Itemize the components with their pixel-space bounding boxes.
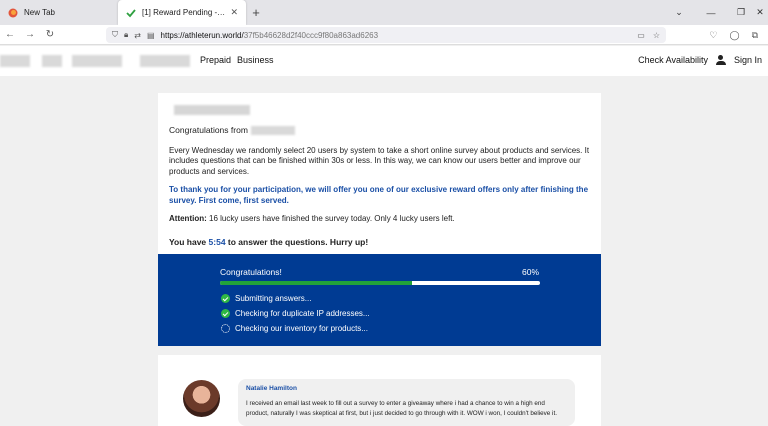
step-checking-inventory: Checking our inventory for products... [221,324,368,333]
sign-in-link[interactable]: Sign In [734,55,762,65]
site-header: Prepaid Business Check Availability Sign… [0,46,768,76]
bookmark-star-icon[interactable]: ☆ [653,31,660,40]
page-info-icon[interactable]: ▤ [147,31,155,40]
blurred-logo [0,55,30,67]
check-circle-icon [221,309,230,318]
step-checking-ip: Checking for duplicate IP addresses... [221,309,370,318]
comment-author: Natalie Hamilton [246,385,297,392]
blurred-nav [42,55,62,67]
new-tab-button[interactable]: + [246,0,266,25]
thanks-paragraph: To thank you for your participation, we … [169,185,589,205]
checkmark-icon [126,8,136,17]
tab-list-icon[interactable]: ⌄ [664,0,694,25]
nav-business[interactable]: Business [237,55,274,65]
congrats-line: Congratulations from [169,125,590,136]
timer-value: 5:54 [208,236,226,247]
minimize-icon[interactable]: — [696,0,726,25]
step-text: Checking for duplicate IP addresses... [235,309,370,318]
congrats-text: Congratulations from [169,125,248,135]
tab-title: [1] Reward Pending - Online Su [142,8,226,17]
intro-paragraph: Every Wednesday we randomly select 20 us… [169,145,590,176]
loading-spinner-icon [221,324,230,333]
blurred-nav [72,55,122,67]
progress-track [220,281,540,285]
timer-suffix: to answer the questions. Hurry up! [225,236,369,247]
close-tab-icon[interactable]: ✕ [230,7,238,18]
pocket-icon[interactable]: ♡ [709,30,717,41]
progress-fill [220,281,412,285]
survey-card: Congratulations from Every Wednesday we … [158,93,601,255]
back-icon[interactable]: ← [0,29,20,40]
forward-icon[interactable]: → [20,29,40,40]
avatar [183,380,220,417]
step-text: Checking our inventory for products... [235,324,368,333]
tab-new-tab[interactable]: New Tab [0,0,118,25]
progress-percent: 60% [522,267,540,277]
attention-text: 16 lucky users have finished the survey … [206,214,455,223]
blurred-brand [250,125,295,135]
tab-title: New Tab [24,8,55,17]
comment-bubble: Natalie Hamilton I received an email las… [238,379,575,426]
reload-icon[interactable]: ↻ [40,29,60,40]
shield-icon[interactable]: ⛉ [112,30,118,40]
tab-reward-pending[interactable]: [1] Reward Pending - Online Su ✕ [118,0,246,25]
permissions-icon[interactable]: ⇄ [134,31,141,40]
progress-panel: Congratulations! 60% Submitting answers.… [158,254,601,346]
lock-icon[interactable]: 🔒︎ [124,30,128,40]
attention-label: Attention: [169,214,207,223]
tab-strip: New Tab [1] Reward Pending - Online Su ✕… [0,0,768,25]
progress-label: Congratulations! [220,267,282,277]
timer-prefix: You have [169,236,209,247]
timer-line: You have 5:54 to answer the questions. H… [169,237,590,248]
comment-text: I received an email last week to fill ou… [246,400,557,417]
user-icon[interactable] [715,55,726,65]
comment-card: Natalie Hamilton I received an email las… [158,355,601,426]
check-circle-icon [221,294,230,303]
step-submitting: Submitting answers... [221,294,311,303]
firefox-icon [8,8,18,17]
extensions-icon[interactable]: ⧉ [752,30,758,41]
navigation-toolbar: ← → ↻ ⛉ 🔒︎ ⇄ ▤ https://athleterun.world/… [0,25,768,45]
blurred-brand-title [174,105,250,115]
url-path: 37f5b46628d2f40ccc9f80a863ad6263 [243,30,379,40]
nav-prepaid[interactable]: Prepaid [200,55,231,65]
blurred-nav [140,55,190,67]
close-window-icon[interactable]: ✕ [745,0,768,25]
account-icon[interactable]: ◯ [729,30,739,41]
step-text: Submitting answers... [235,294,312,303]
attention-paragraph: Attention: 16 lucky users have finished … [169,214,590,225]
url-host: https://athleterun.world/ [160,30,244,40]
reader-view-icon[interactable]: ▭ [637,31,645,40]
url-bar[interactable]: ⛉ 🔒︎ ⇄ ▤ https://athleterun.world/37f5b4… [106,27,666,43]
check-availability-link[interactable]: Check Availability [638,55,708,65]
